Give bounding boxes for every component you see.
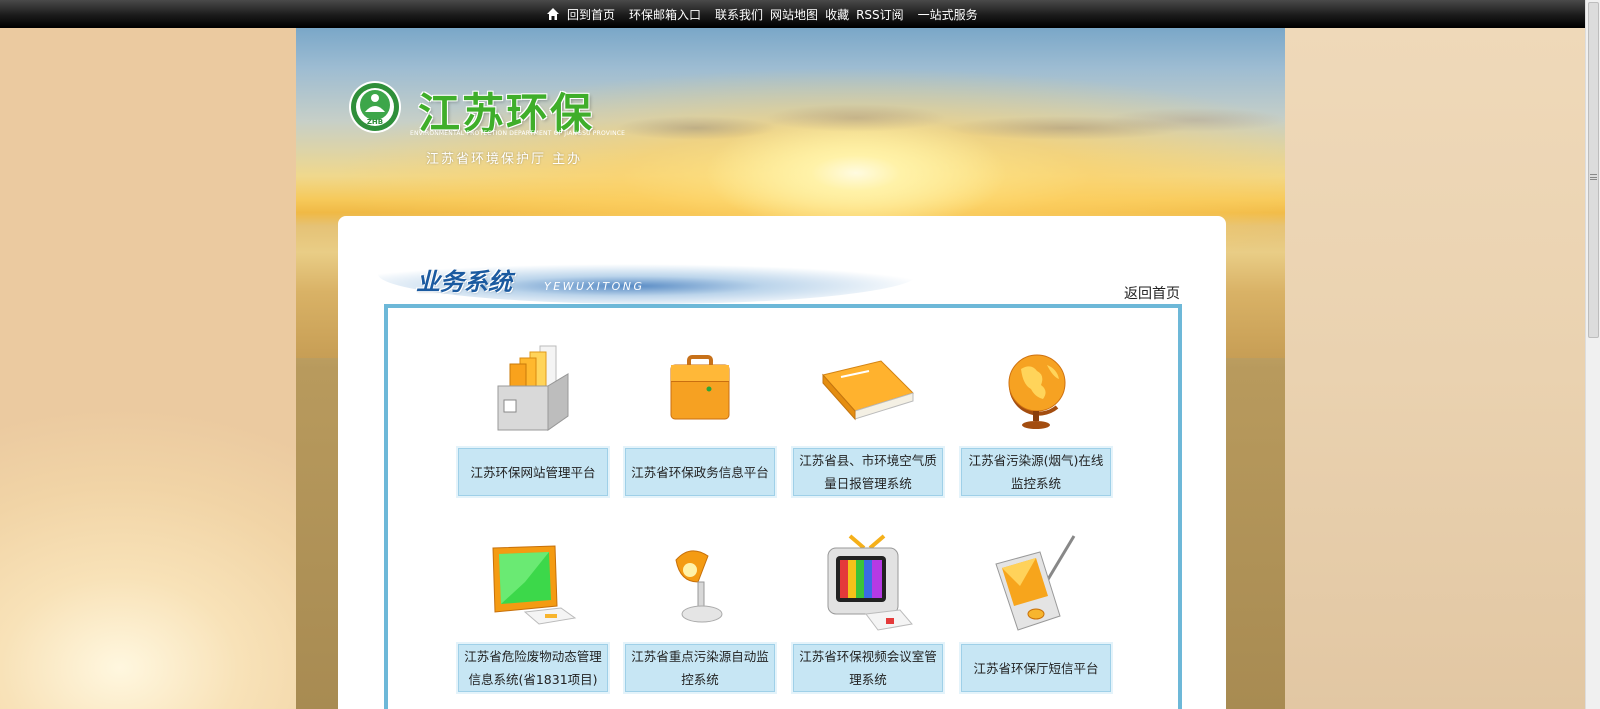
system-item[interactable]: 江苏省重点污染源自动监控系统 [623, 534, 777, 704]
system-item[interactable]: 江苏省污染源(烟气)在线监控系统 [959, 338, 1113, 508]
top-nav-bar: 回到首页 环保邮箱入口 联系我们 网站地图 收藏 RSS订阅 一站式服务 [0, 0, 1585, 28]
file-box-icon[interactable] [483, 338, 583, 438]
globe-icon[interactable] [986, 338, 1086, 438]
banner-clouds [596, 98, 1285, 158]
section-title: 业务系统 [416, 268, 512, 296]
monitor-icon[interactable] [483, 534, 583, 634]
system-item[interactable]: 江苏省环保视频会议室管理系统 [791, 534, 945, 704]
system-label[interactable]: 江苏省环保厅短信平台 [959, 642, 1113, 694]
tv-icon[interactable] [818, 534, 918, 634]
desk-lamp-icon[interactable] [650, 534, 750, 634]
system-label[interactable]: 江苏省县、市环境空气质量日报管理系统 [791, 446, 945, 498]
nav-mailbox-link[interactable]: 环保邮箱入口 [629, 6, 701, 23]
system-label[interactable]: 江苏省环保视频会议室管理系统 [791, 642, 945, 694]
systems-panel: 江苏环保网站管理平台 江苏省环保政务信息平台 江苏省县、市环境空气质量日报管理系… [384, 304, 1182, 709]
top-nav-links: 回到首页 环保邮箱入口 联系我们 网站地图 收藏 RSS订阅 一站式服务 [546, 0, 992, 28]
nav-contact-link[interactable]: 联系我们 [715, 6, 763, 23]
system-item[interactable]: 江苏省环保政务信息平台 [623, 338, 777, 508]
nav-sitemap-link[interactable]: 网站地图 [770, 6, 818, 23]
content-card: 业务系统 YEWUXITONG 返回首页 江苏环保网站管理平台 江苏省环保政务信… [338, 216, 1226, 709]
system-item[interactable]: 江苏省危险废物动态管理信息系统(省1831项目) [456, 534, 610, 704]
book-icon[interactable] [818, 338, 918, 438]
scrollbar-thumb[interactable] [1588, 2, 1599, 338]
nav-one-stop-link[interactable]: 一站式服务 [918, 6, 978, 23]
nav-rss-link[interactable]: RSS订阅 [856, 6, 904, 23]
back-home-link[interactable]: 返回首页 [1124, 283, 1180, 303]
system-item[interactable]: 江苏省县、市环境空气质量日报管理系统 [791, 338, 945, 508]
vertical-scrollbar[interactable] [1585, 0, 1600, 709]
scrollbar-grip-icon [1590, 174, 1597, 180]
background-right [1285, 28, 1585, 709]
nav-favorite-link[interactable]: 收藏 [825, 6, 849, 23]
emblem-text: ZHB [367, 118, 383, 126]
emblem-icon: ZHB [349, 81, 401, 133]
background-left-glow [0, 28, 296, 709]
briefcase-icon[interactable] [650, 338, 750, 438]
page-column: ZHB 江苏环保 ENVIRONMENTAL PROTECTION DEPART… [296, 28, 1285, 709]
logo-english-name: ENVIRONMENTAL PROTECTION DEPARTMENT OF J… [410, 130, 626, 137]
home-icon[interactable] [546, 7, 560, 21]
section-header: 业务系统 YEWUXITONG [378, 244, 1178, 306]
system-item[interactable]: 江苏省环保厅短信平台 [959, 534, 1113, 704]
logo-subtitle: 江苏省环境保护厅 主办 [426, 152, 583, 167]
system-label[interactable]: 江苏省重点污染源自动监控系统 [623, 642, 777, 694]
system-item[interactable]: 江苏环保网站管理平台 [456, 338, 610, 508]
system-label[interactable]: 江苏省环保政务信息平台 [623, 446, 777, 498]
nav-home-link[interactable]: 回到首页 [567, 6, 615, 23]
section-title-english: YEWUXITONG [544, 280, 645, 293]
pda-icon[interactable] [986, 534, 1086, 634]
system-label[interactable]: 江苏省危险废物动态管理信息系统(省1831项目) [456, 642, 610, 694]
system-label[interactable]: 江苏环保网站管理平台 [456, 446, 610, 498]
system-label[interactable]: 江苏省污染源(烟气)在线监控系统 [959, 446, 1113, 498]
